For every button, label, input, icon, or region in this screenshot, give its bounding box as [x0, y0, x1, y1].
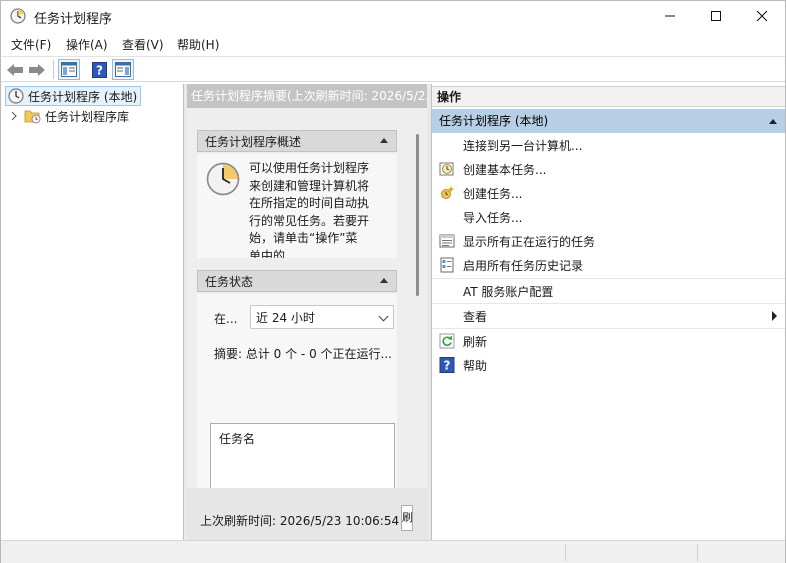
console-tree-icon [61, 62, 77, 77]
action-at-service-account[interactable]: AT 服务账户配置 [432, 279, 785, 303]
help-icon: ? [439, 357, 455, 373]
overview-text: 可以使用任务计划程序来创建和管理计算机将在所指定的时间自动执行的常见任务。若要开… [249, 161, 370, 258]
action-enable-history[interactable]: 启用所有任务历史记录 [432, 253, 785, 277]
action-label: 导入任务... [463, 211, 523, 225]
action-label: 查看 [463, 310, 488, 324]
actions-pane: 操作 任务计划程序 (本地) 连接到另一台计算机... 创建基本任务... 创建… [431, 84, 785, 540]
help-icon: ? [91, 61, 107, 78]
action-label: 帮助 [463, 359, 488, 373]
actions-group-label: 任务计划程序 (本地) [439, 114, 549, 128]
chevron-down-icon [378, 311, 389, 322]
status-range-label: 在... [214, 312, 238, 326]
action-show-running-tasks[interactable]: 显示所有正在运行的任务 [432, 229, 785, 253]
tree-item-root[interactable]: 任务计划程序 (本地) [5, 86, 142, 106]
tree-item-label: 任务计划程序 (本地) [28, 89, 138, 104]
submenu-arrow-icon [772, 311, 777, 321]
clock-icon [10, 8, 26, 24]
help-button[interactable]: ? [88, 59, 110, 80]
back-button[interactable] [4, 59, 26, 80]
title-bar: 任务计划程序 [1, 1, 785, 32]
action-label: 连接到另一台计算机... [463, 139, 583, 153]
action-pane-icon [115, 62, 131, 77]
action-view[interactable]: 查看 [432, 304, 785, 328]
status-summary: 摘要: 总计 0 个 - 0 个正在运行... [214, 347, 392, 361]
actions-heading: 操作 [432, 86, 785, 107]
collapse-caret-icon[interactable] [380, 138, 388, 143]
toolbar-separator [53, 60, 54, 79]
history-log-icon [440, 257, 454, 273]
overview-box: 可以使用任务计划程序来创建和管理计算机将在所指定的时间自动执行的常见任务。若要开… [197, 154, 397, 258]
action-label: AT 服务账户配置 [463, 285, 554, 299]
tree-item-label: 任务计划程序库 [45, 109, 130, 124]
action-connect-computer[interactable]: 连接到另一台计算机... [432, 133, 785, 157]
tree-item-library[interactable]: 任务计划程序库 [9, 106, 129, 126]
maximize-button[interactable] [693, 1, 739, 31]
create-task-icon [441, 186, 455, 199]
action-label: 创建基本任务... [463, 163, 547, 177]
summary-header: 任务计划程序摘要(上次刷新时间: 2026/5/23 [187, 84, 427, 108]
task-scheduler-window: 任务计划程序 文件(F) 操作(A) 查看(V) 帮助(H) ? 任务计划程序 … [0, 0, 786, 563]
toolbar: ? [1, 56, 785, 82]
show-hide-action-pane-button[interactable] [112, 59, 134, 80]
action-label: 显示所有正在运行的任务 [463, 235, 596, 249]
basic-task-icon [439, 162, 454, 176]
action-label: 创建任务... [463, 187, 523, 201]
menu-action[interactable]: 操作(A) [66, 36, 108, 53]
overview-section-header[interactable]: 任务计划程序概述 [197, 130, 397, 152]
forward-button[interactable] [26, 59, 48, 80]
arrow-right-icon [29, 63, 45, 76]
action-import-task[interactable]: 导入任务... [432, 205, 785, 229]
summary-footer: 上次刷新时间: 2026/5/23 10:06:54 刷新 [187, 488, 427, 540]
refresh-button[interactable]: 刷新 [401, 505, 413, 531]
folder-clock-icon [24, 110, 41, 124]
collapse-caret-icon[interactable] [380, 278, 388, 283]
close-button[interactable] [739, 1, 785, 31]
status-bar [1, 540, 785, 563]
chevron-right-icon[interactable] [9, 111, 19, 121]
refresh-icon [439, 333, 455, 349]
task-name-column-header[interactable]: 任务名 [219, 430, 255, 447]
last-refresh-text: 上次刷新时间: 2026/5/23 10:06:54 [200, 514, 400, 528]
clock-icon [206, 162, 240, 196]
actions-group-header[interactable]: 任务计划程序 (本地) [432, 109, 785, 133]
minimize-button[interactable] [647, 1, 693, 31]
status-bar-divider [697, 544, 698, 561]
show-hide-console-tree-button[interactable] [58, 59, 80, 80]
collapse-caret-icon[interactable] [769, 119, 777, 124]
menu-help[interactable]: 帮助(H) [177, 36, 219, 53]
action-label: 刷新 [463, 335, 488, 349]
menu-view[interactable]: 查看(V) [122, 36, 164, 53]
status-title: 任务状态 [205, 274, 254, 289]
clock-icon [8, 88, 24, 104]
arrow-left-icon [7, 63, 23, 76]
action-refresh[interactable]: 刷新 [432, 329, 785, 353]
status-section-header[interactable]: 任务状态 [197, 270, 397, 292]
action-create-task[interactable]: 创建任务... [432, 181, 785, 205]
overview-title: 任务计划程序概述 [205, 134, 302, 149]
status-range-value: 近 24 小时 [256, 310, 315, 325]
running-tasks-icon [439, 234, 455, 248]
close-icon [756, 10, 768, 22]
action-help[interactable]: ? 帮助 [432, 353, 785, 377]
svg-text:?: ? [96, 63, 103, 77]
minimize-icon [665, 15, 675, 17]
summary-pane: 任务计划程序摘要(上次刷新时间: 2026/5/23 任务计划程序概述 可以使用… [187, 84, 427, 540]
action-create-basic-task[interactable]: 创建基本任务... [432, 157, 785, 181]
summary-scrollbar[interactable] [416, 134, 419, 296]
action-label: 启用所有任务历史记录 [463, 259, 584, 273]
status-bar-divider [565, 544, 566, 561]
maximize-icon [711, 11, 721, 21]
status-range-select[interactable]: 近 24 小时 [250, 305, 394, 329]
menu-file[interactable]: 文件(F) [11, 36, 51, 53]
window-title: 任务计划程序 [34, 12, 113, 27]
menu-bar: 文件(F) 操作(A) 查看(V) 帮助(H) [1, 32, 785, 56]
console-tree: 任务计划程序 (本地) 任务计划程序库 [1, 84, 184, 540]
svg-text:?: ? [444, 359, 451, 373]
